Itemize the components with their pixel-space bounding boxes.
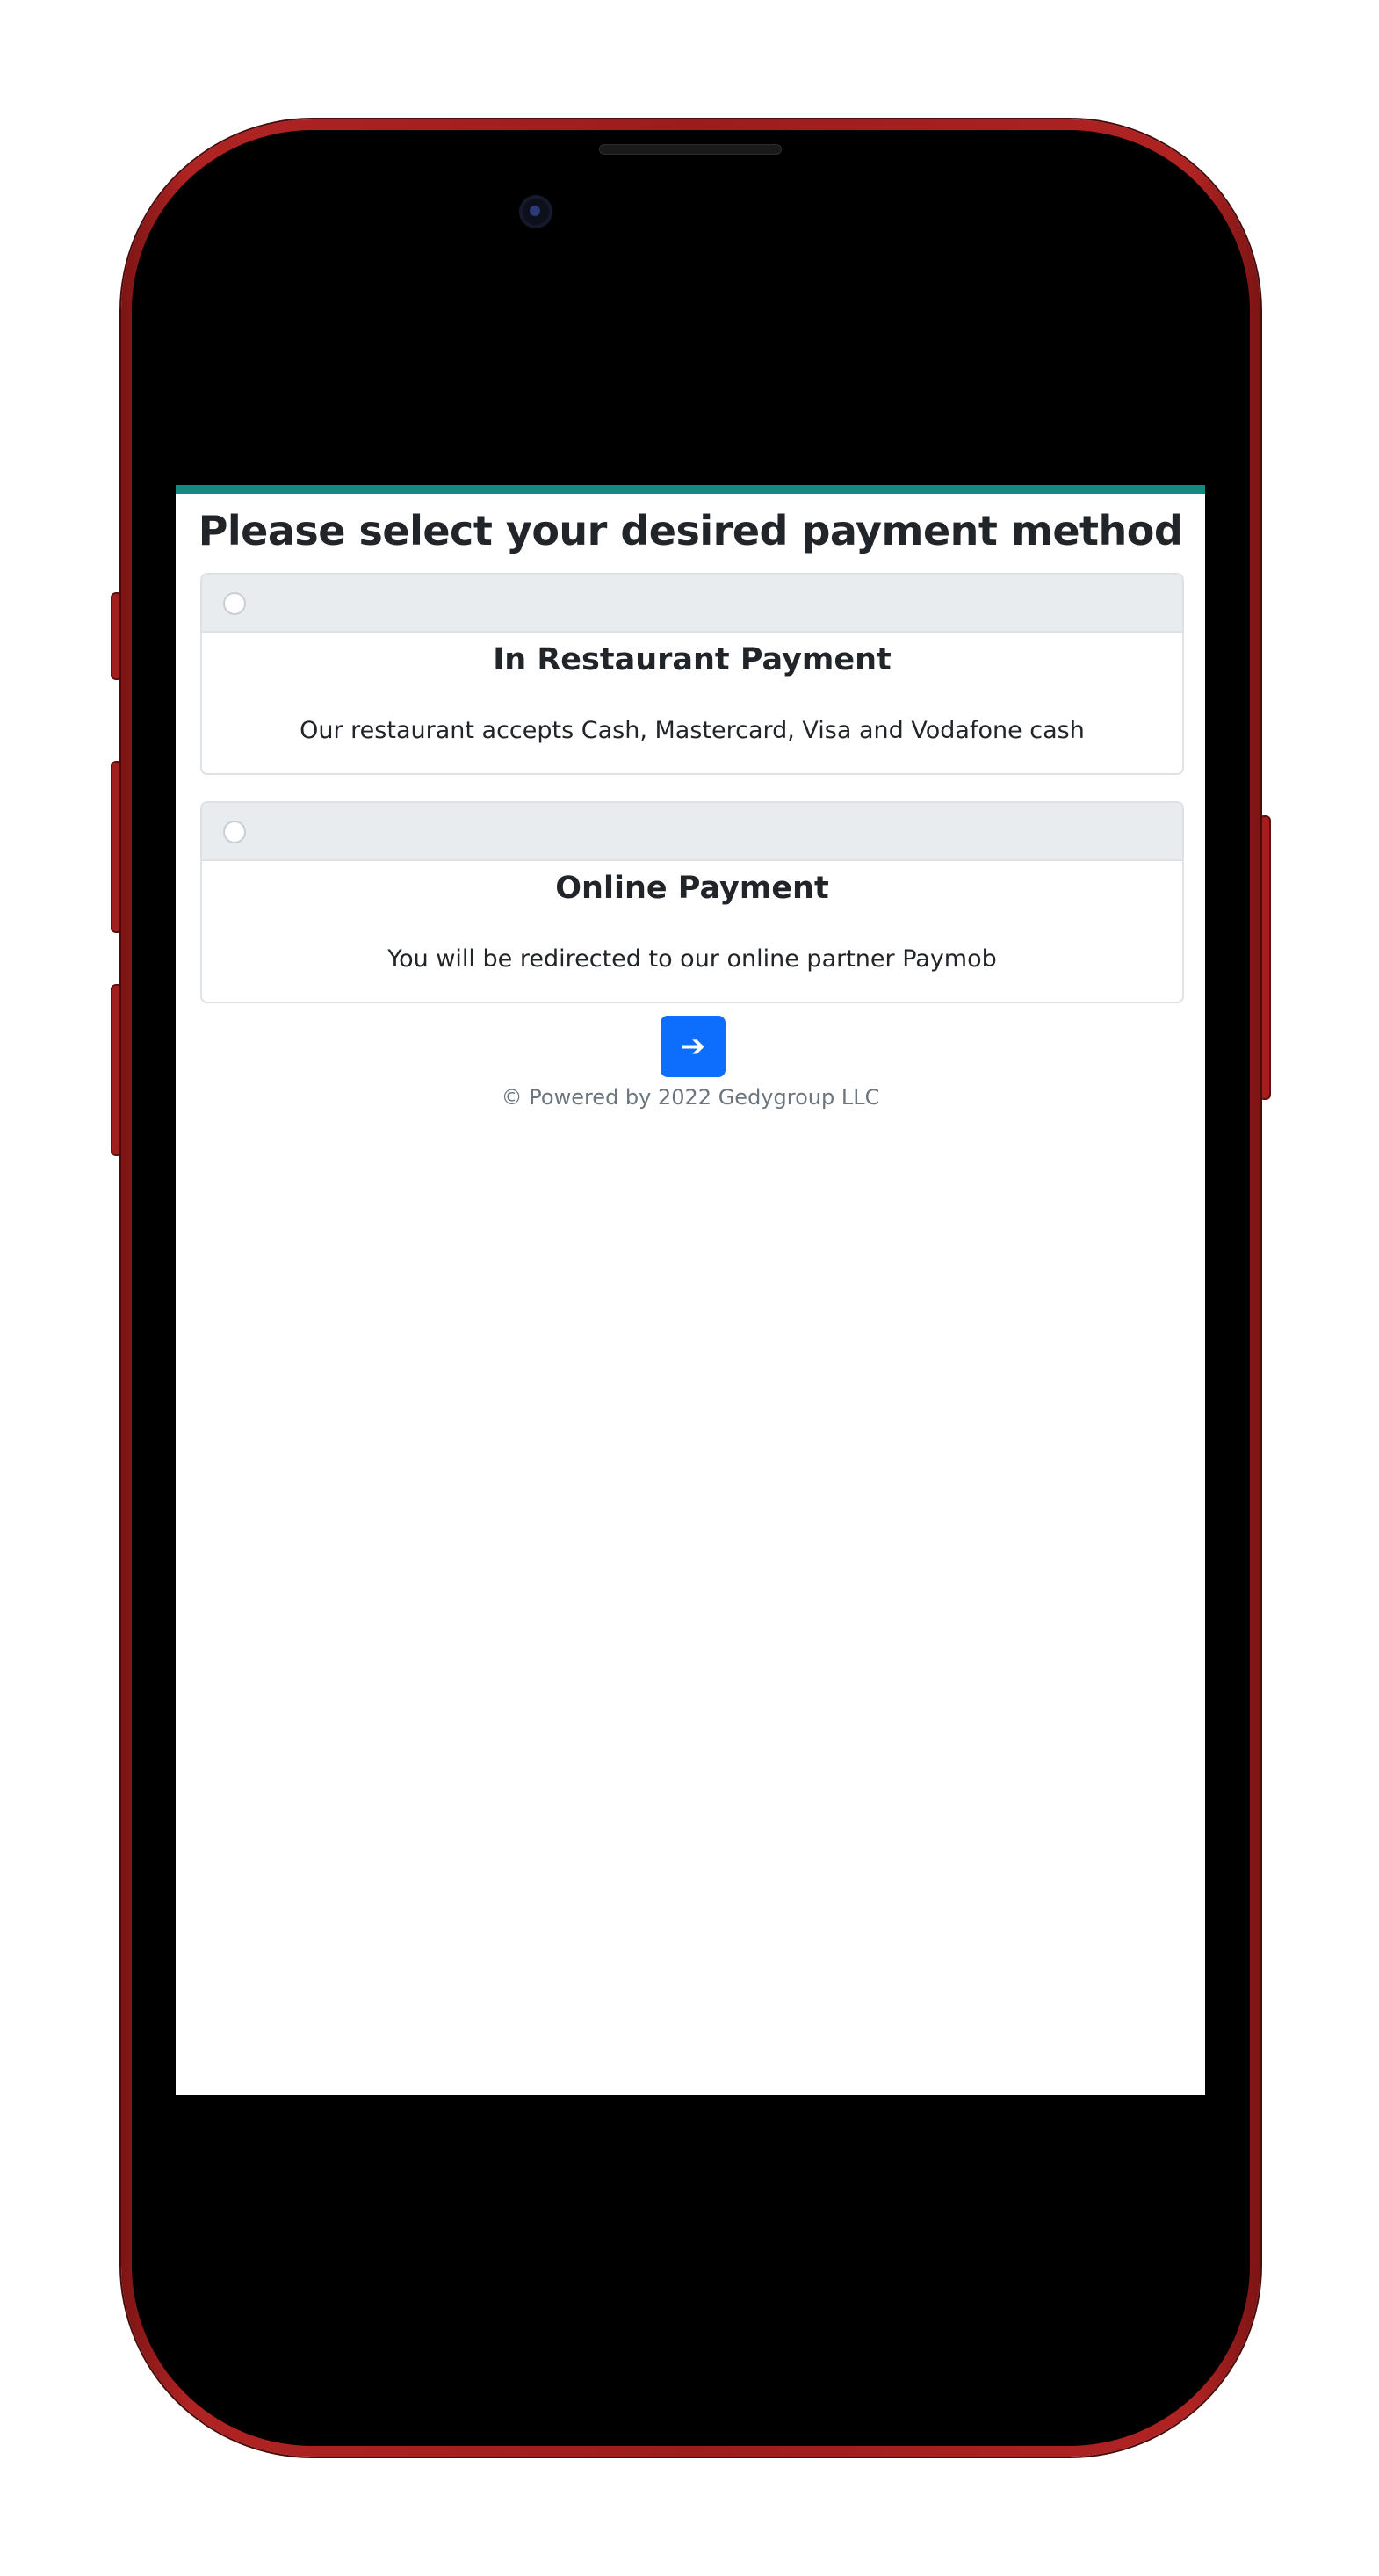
- payment-option-online[interactable]: Online Payment You will be redirected to…: [200, 801, 1184, 1003]
- footer-copyright: © Powered by 2022 Gedygroup LLC: [501, 1085, 880, 1110]
- card-header: [202, 575, 1182, 633]
- front-camera-icon: [519, 195, 552, 228]
- in-restaurant-radio[interactable]: [223, 592, 246, 615]
- online-payment-radio[interactable]: [223, 821, 246, 843]
- power-button: [1259, 815, 1271, 1100]
- page-title: Please select your desired payment metho…: [198, 507, 1183, 554]
- card-header: [202, 803, 1182, 861]
- top-accent-bar: [176, 485, 1205, 494]
- payment-option-description: You will be redirected to our online par…: [387, 945, 997, 973]
- phone-screen: Please select your desired payment metho…: [176, 485, 1205, 2095]
- earpiece-speaker: [599, 144, 782, 155]
- payment-option-description: Our restaurant accepts Cash, Mastercard,…: [300, 717, 1085, 744]
- payment-option-title: Online Payment: [555, 871, 829, 906]
- next-button[interactable]: ➔: [661, 1016, 726, 1077]
- device-mockup: Please select your desired payment metho…: [0, 0, 1379, 2576]
- payment-option-in-restaurant[interactable]: In Restaurant Payment Our restaurant acc…: [200, 573, 1184, 775]
- arrow-right-icon: ➔: [680, 1029, 706, 1064]
- payment-option-title: In Restaurant Payment: [493, 642, 892, 677]
